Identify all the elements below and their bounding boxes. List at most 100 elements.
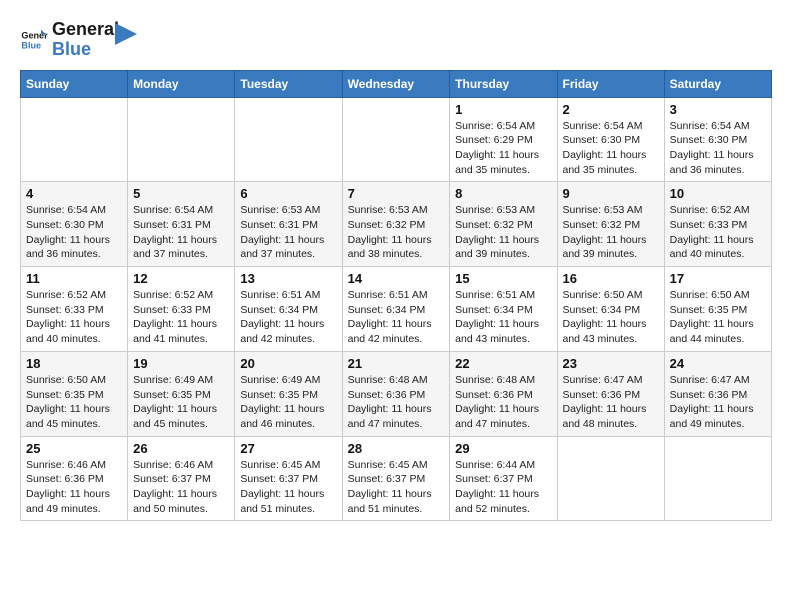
calendar-header-row: SundayMondayTuesdayWednesdayThursdayFrid… xyxy=(21,70,772,97)
calendar-cell: 13Sunrise: 6:51 AMSunset: 6:34 PMDayligh… xyxy=(235,267,342,352)
day-number: 19 xyxy=(133,356,229,371)
calendar-cell: 29 Sunrise: 6:44 AMSunset: 6:37 PMDayligh… xyxy=(450,436,557,521)
day-number: 4 xyxy=(26,186,122,201)
calendar-cell xyxy=(235,97,342,182)
day-number: 3 xyxy=(670,102,766,117)
day-info: Sunrise: 6:51 AMSunset: 6:34 PMDaylight:… xyxy=(348,288,445,347)
calendar-week-4: 18 Sunrise: 6:50 AMSunset: 6:35 PMDayligh… xyxy=(21,351,772,436)
calendar-cell: 4 Sunrise: 6:54 AMSunset: 6:30 PMDaylight… xyxy=(21,182,128,267)
day-info: Sunrise: 6:52 AMSunset: 6:33 PMDaylight:… xyxy=(133,288,229,347)
calendar-cell: 9 Sunrise: 6:53 AMSunset: 6:32 PMDaylight… xyxy=(557,182,664,267)
day-info: Sunrise: 6:48 AMSunset: 6:36 PMDaylight:… xyxy=(348,373,445,432)
day-number: 9 xyxy=(563,186,659,201)
day-info: Sunrise: 6:53 AMSunset: 6:32 PMDaylight:… xyxy=(348,203,445,262)
weekday-header-wednesday: Wednesday xyxy=(342,70,450,97)
day-info: Sunrise: 6:54 AMSunset: 6:29 PMDaylight:… xyxy=(455,119,551,178)
calendar-cell: 12 Sunrise: 6:52 AMSunset: 6:33 PMDayligh… xyxy=(128,267,235,352)
calendar-week-3: 11 Sunrise: 6:52 AMSunset: 6:33 PMDayligh… xyxy=(21,267,772,352)
day-number: 8 xyxy=(455,186,551,201)
calendar-cell: 17Sunrise: 6:50 AMSunset: 6:35 PMDayligh… xyxy=(664,267,771,352)
day-info: Sunrise: 6:52 AMSunset: 6:33 PMDaylight:… xyxy=(26,288,122,347)
logo-arrow-icon xyxy=(115,23,137,45)
day-info: Sunrise: 6:52 AMSunset: 6:33 PMDaylight:… xyxy=(670,203,766,262)
day-info: Sunrise: 6:54 AMSunset: 6:30 PMDaylight:… xyxy=(563,119,659,178)
calendar-cell xyxy=(21,97,128,182)
weekday-header-monday: Monday xyxy=(128,70,235,97)
calendar-cell: 28Sunrise: 6:45 AMSunset: 6:37 PMDayligh… xyxy=(342,436,450,521)
calendar-week-2: 4 Sunrise: 6:54 AMSunset: 6:30 PMDaylight… xyxy=(21,182,772,267)
calendar-cell: 15Sunrise: 6:51 AMSunset: 6:34 PMDayligh… xyxy=(450,267,557,352)
calendar-table: SundayMondayTuesdayWednesdayThursdayFrid… xyxy=(20,70,772,522)
page-header: General Blue General Blue xyxy=(20,20,772,60)
day-info: Sunrise: 6:54 AMSunset: 6:31 PMDaylight:… xyxy=(133,203,229,262)
day-info: Sunrise: 6:47 AMSunset: 6:36 PMDaylight:… xyxy=(563,373,659,432)
weekday-header-thursday: Thursday xyxy=(450,70,557,97)
calendar-week-1: 1 Sunrise: 6:54 AMSunset: 6:29 PMDaylight… xyxy=(21,97,772,182)
calendar-cell: 22Sunrise: 6:48 AMSunset: 6:36 PMDayligh… xyxy=(450,351,557,436)
day-info: Sunrise: 6:50 AMSunset: 6:34 PMDaylight:… xyxy=(563,288,659,347)
calendar-cell: 16 Sunrise: 6:50 AMSunset: 6:34 PMDayligh… xyxy=(557,267,664,352)
day-number: 11 xyxy=(26,271,122,286)
day-number: 12 xyxy=(133,271,229,286)
calendar-cell: 1 Sunrise: 6:54 AMSunset: 6:29 PMDaylight… xyxy=(450,97,557,182)
calendar-cell: 19 Sunrise: 6:49 AMSunset: 6:35 PMDayligh… xyxy=(128,351,235,436)
day-info: Sunrise: 6:45 AMSunset: 6:37 PMDaylight:… xyxy=(348,458,445,517)
day-number: 23 xyxy=(563,356,659,371)
day-info: Sunrise: 6:45 AMSunset: 6:37 PMDaylight:… xyxy=(240,458,336,517)
day-info: Sunrise: 6:54 AMSunset: 6:30 PMDaylight:… xyxy=(26,203,122,262)
day-number: 7 xyxy=(348,186,445,201)
day-info: Sunrise: 6:46 AMSunset: 6:37 PMDaylight:… xyxy=(133,458,229,517)
day-number: 25 xyxy=(26,441,122,456)
logo-icon: General Blue xyxy=(20,26,48,54)
day-number: 18 xyxy=(26,356,122,371)
day-number: 13 xyxy=(240,271,336,286)
day-number: 24 xyxy=(670,356,766,371)
day-info: Sunrise: 6:53 AMSunset: 6:32 PMDaylight:… xyxy=(563,203,659,262)
day-info: Sunrise: 6:53 AMSunset: 6:32 PMDaylight:… xyxy=(455,203,551,262)
day-info: Sunrise: 6:50 AMSunset: 6:35 PMDaylight:… xyxy=(26,373,122,432)
day-info: Sunrise: 6:49 AMSunset: 6:35 PMDaylight:… xyxy=(240,373,336,432)
day-number: 5 xyxy=(133,186,229,201)
day-number: 16 xyxy=(563,271,659,286)
day-number: 21 xyxy=(348,356,445,371)
svg-text:Blue: Blue xyxy=(21,40,41,50)
calendar-cell: 27 Sunrise: 6:45 AMSunset: 6:37 PMDayligh… xyxy=(235,436,342,521)
day-info: Sunrise: 6:51 AMSunset: 6:34 PMDaylight:… xyxy=(455,288,551,347)
day-number: 22 xyxy=(455,356,551,371)
calendar-cell: 25 Sunrise: 6:46 AMSunset: 6:36 PMDayligh… xyxy=(21,436,128,521)
calendar-cell: 26Sunrise: 6:46 AMSunset: 6:37 PMDayligh… xyxy=(128,436,235,521)
calendar-cell: 2 Sunrise: 6:54 AMSunset: 6:30 PMDaylight… xyxy=(557,97,664,182)
day-number: 10 xyxy=(670,186,766,201)
calendar-cell: 18 Sunrise: 6:50 AMSunset: 6:35 PMDayligh… xyxy=(21,351,128,436)
calendar-cell xyxy=(664,436,771,521)
day-number: 1 xyxy=(455,102,551,117)
calendar-cell xyxy=(342,97,450,182)
calendar-cell: 23 Sunrise: 6:47 AMSunset: 6:36 PMDayligh… xyxy=(557,351,664,436)
weekday-header-sunday: Sunday xyxy=(21,70,128,97)
day-number: 27 xyxy=(240,441,336,456)
logo-text-general: General xyxy=(52,20,119,40)
calendar-cell: 24 Sunrise: 6:47 AMSunset: 6:36 PMDayligh… xyxy=(664,351,771,436)
weekday-header-friday: Friday xyxy=(557,70,664,97)
calendar-week-5: 25 Sunrise: 6:46 AMSunset: 6:36 PMDayligh… xyxy=(21,436,772,521)
calendar-cell: 20Sunrise: 6:49 AMSunset: 6:35 PMDayligh… xyxy=(235,351,342,436)
day-info: Sunrise: 6:49 AMSunset: 6:35 PMDaylight:… xyxy=(133,373,229,432)
day-info: Sunrise: 6:47 AMSunset: 6:36 PMDaylight:… xyxy=(670,373,766,432)
day-number: 6 xyxy=(240,186,336,201)
calendar-cell xyxy=(557,436,664,521)
calendar-cell: 5 Sunrise: 6:54 AMSunset: 6:31 PMDaylight… xyxy=(128,182,235,267)
day-number: 29 xyxy=(455,441,551,456)
day-number: 14 xyxy=(348,271,445,286)
calendar-cell xyxy=(128,97,235,182)
calendar-cell: 11 Sunrise: 6:52 AMSunset: 6:33 PMDayligh… xyxy=(21,267,128,352)
day-info: Sunrise: 6:44 AMSunset: 6:37 PMDaylight:… xyxy=(455,458,551,517)
day-number: 2 xyxy=(563,102,659,117)
calendar-cell: 6Sunrise: 6:53 AMSunset: 6:31 PMDaylight… xyxy=(235,182,342,267)
calendar-cell: 8 Sunrise: 6:53 AMSunset: 6:32 PMDaylight… xyxy=(450,182,557,267)
logo-text-blue: Blue xyxy=(52,40,119,60)
weekday-header-saturday: Saturday xyxy=(664,70,771,97)
svg-text:General: General xyxy=(21,30,48,40)
calendar-cell: 3Sunrise: 6:54 AMSunset: 6:30 PMDaylight… xyxy=(664,97,771,182)
day-number: 17 xyxy=(670,271,766,286)
day-info: Sunrise: 6:46 AMSunset: 6:36 PMDaylight:… xyxy=(26,458,122,517)
